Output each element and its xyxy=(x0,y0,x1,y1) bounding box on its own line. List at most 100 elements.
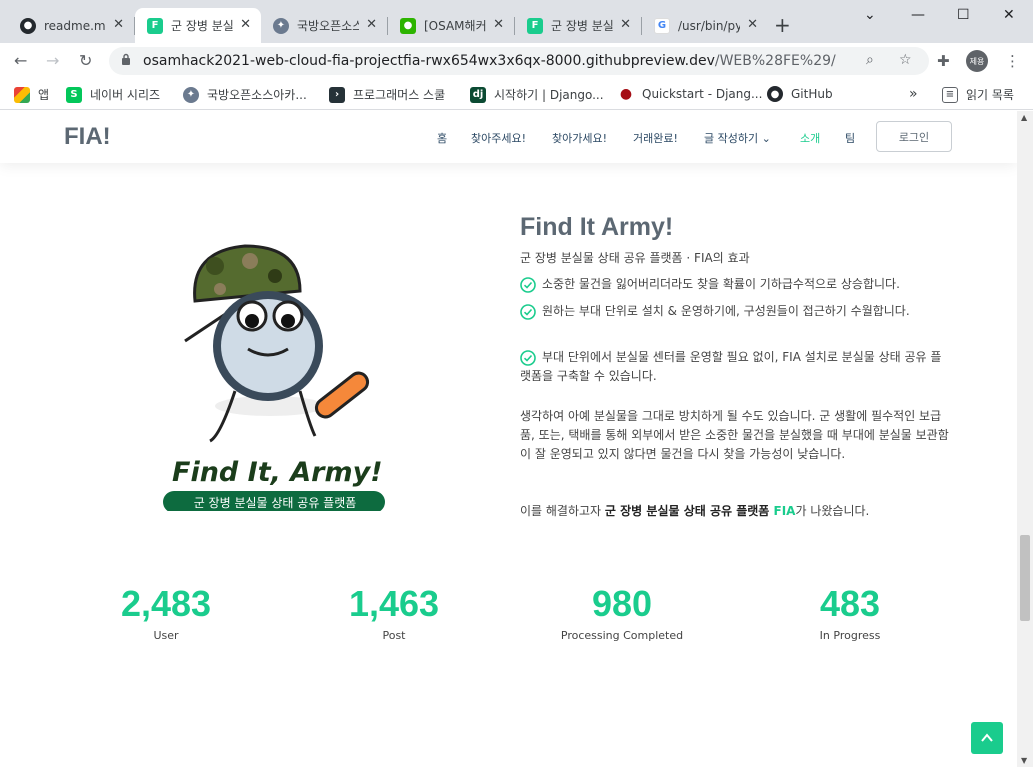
reload-icon[interactable]: ↻ xyxy=(79,51,92,70)
bookmark-item[interactable]: ✦ 국방오픈소스아카... xyxy=(183,86,307,103)
site-logo[interactable]: FIA! xyxy=(64,123,111,151)
close-icon[interactable]: ✕ xyxy=(366,17,377,32)
tab-label: readme.md xyxy=(44,18,106,33)
scroll-down-icon[interactable]: ▼ xyxy=(1021,756,1027,765)
site-header: FIA! 홈 찾아주세요! 찾아가세요! 거래완료! 글 작성하기 ⌄ 소개 팀… xyxy=(0,111,1017,163)
maximize-icon[interactable]: ☐ xyxy=(957,7,970,23)
lock-icon xyxy=(122,53,130,65)
about-title: Find It Army! xyxy=(520,213,674,241)
stat-value: 483 xyxy=(819,583,881,624)
page-scrollbar[interactable]: ▲ ▼ xyxy=(1017,111,1033,767)
tab-strip: ● readme.md ✕ F 군 장병 분실물 ✕ ✦ 국방오픈소스 ✕ ● … xyxy=(0,0,1033,43)
nav-home[interactable]: 홈 xyxy=(437,130,447,146)
feature-item: 원하는 부대 단위로 설치 & 운영하기에, 구성원들이 접근하기 수월합니다. xyxy=(520,302,950,321)
tab-label: [OSAM해커톤] xyxy=(424,19,486,33)
reading-list[interactable]: ≡ 읽기 목록 xyxy=(942,86,1014,103)
zoom-icon[interactable]: ⌕ xyxy=(866,52,874,68)
nav-completed[interactable]: 거래완료! xyxy=(633,130,678,146)
nav-find-request[interactable]: 찾아주세요! xyxy=(471,130,526,146)
bookmark-item[interactable]: 앱 xyxy=(14,86,49,103)
tab-label: 국방오픈소스 xyxy=(297,19,359,33)
bookmark-item[interactable]: ● GitHub xyxy=(767,86,833,102)
star-icon[interactable]: ☆ xyxy=(899,52,912,68)
stat-label: Processing Completed xyxy=(560,629,684,642)
pin-icon: ● xyxy=(618,86,634,102)
tab-label: /usr/bin/python xyxy=(678,18,740,33)
tab-label: 군 장병 분실물 xyxy=(551,19,613,33)
check-circle-icon xyxy=(520,277,536,293)
fia-icon: F xyxy=(147,17,163,34)
stat-label: In Progress xyxy=(819,629,881,642)
bookmarks-overflow[interactable]: » xyxy=(909,86,918,102)
google-icon: G xyxy=(654,17,670,34)
mascot-title: Find It, Army! xyxy=(172,457,383,488)
osam-icon: ✦ xyxy=(183,86,199,103)
close-icon[interactable]: ✕ xyxy=(493,17,504,32)
url-text: osamhack2021-web-cloud-fia-projectfia-rw… xyxy=(143,53,836,69)
scroll-thumb[interactable] xyxy=(1020,535,1030,621)
mascot-banner: 군 장병 분실물 상태 공유 플랫폼 xyxy=(194,496,357,510)
check-circle-icon xyxy=(520,304,536,320)
nav-write-post[interactable]: 글 작성하기 ⌄ xyxy=(704,130,771,146)
back-to-top-button[interactable] xyxy=(971,722,1003,754)
apps-icon xyxy=(14,86,30,103)
about-conclusion: 이를 해결하고자 군 장병 분실물 상태 공유 플랫폼 FIA가 나왔습니다. xyxy=(520,504,870,518)
fia-mascot-image: Find It, Army! 군 장병 분실물 상태 공유 플랫폼 xyxy=(163,244,385,511)
nav-found-items[interactable]: 찾아가세요! xyxy=(552,130,607,146)
browser-tab[interactable]: F 군 장병 분실물 ✕ xyxy=(135,8,261,43)
chevron-up-icon xyxy=(981,733,993,742)
github-icon: ● xyxy=(20,17,36,34)
close-icon[interactable]: ✕ xyxy=(620,17,631,32)
address-bar[interactable]: osamhack2021-web-cloud-fia-projectfia-rw… xyxy=(109,47,929,75)
nav-team[interactable]: 팀 xyxy=(845,130,855,146)
stat-label: Post xyxy=(382,629,406,642)
stat-user: 2,483 User xyxy=(66,583,266,642)
nav-about[interactable]: 소개 xyxy=(800,130,820,146)
stat-value: 980 xyxy=(591,583,653,624)
chevron-down-icon: ⌄ xyxy=(761,132,771,145)
bookmarks-bar: 앱 S 네이버 시리즈 ✦ 국방오픈소스아카... › 프로그래머스 스쿨 dj… xyxy=(0,80,1033,110)
tab-label: 군 장병 분실물 xyxy=(171,19,233,33)
fia-icon: F xyxy=(527,17,543,34)
menu-kebab-icon[interactable]: ⋮ xyxy=(1005,52,1020,70)
browser-tab[interactable]: G /usr/bin/python ✕ xyxy=(642,8,768,43)
browser-tab[interactable]: ● readme.md ✕ xyxy=(8,8,134,43)
close-icon[interactable]: ✕ xyxy=(747,17,758,32)
browser-tab[interactable]: F 군 장병 분실물 ✕ xyxy=(515,8,641,43)
browser-tab[interactable]: ● [OSAM해커톤] ✕ xyxy=(388,8,514,43)
scroll-up-icon[interactable]: ▲ xyxy=(1021,113,1027,122)
close-icon[interactable]: ✕ xyxy=(113,17,124,32)
avatar[interactable]: 제용 xyxy=(966,50,988,72)
close-icon[interactable]: ✕ xyxy=(240,17,251,32)
about-paragraph: 생각하여 아예 분실물을 그대로 방치하게 될 수도 있습니다. 군 생활에 필… xyxy=(520,409,949,461)
bookmark-item[interactable]: dj 시작하기 | Django... xyxy=(470,86,604,103)
stat-label: User xyxy=(153,629,179,642)
stat-post: 1,463 Post xyxy=(294,583,494,642)
feature-item: 부대 단위에서 분실물 센터를 운영할 필요 없이, FIA 설치로 분실물 상… xyxy=(520,350,942,383)
about-subtitle: 군 장병 분실물 상태 공유 플랫폼 · FIA의 효과 xyxy=(520,251,750,265)
feature-item: 소중한 물건을 잃어버리더라도 찾을 확률이 기하급수적으로 상승합니다. xyxy=(520,275,950,294)
naver-series-icon: S xyxy=(66,86,82,103)
github-icon: ● xyxy=(767,86,783,102)
stat-value: 1,463 xyxy=(348,583,440,624)
bookmark-item[interactable]: ● Quickstart - Djang... xyxy=(618,86,762,102)
back-icon[interactable]: ← xyxy=(14,51,27,70)
tab-search-icon[interactable]: ⌄ xyxy=(864,7,876,23)
minimize-icon[interactable]: — xyxy=(911,7,925,23)
bookmark-item[interactable]: S 네이버 시리즈 xyxy=(66,86,160,103)
page-viewport: FIA! 홈 찾아주세요! 찾아가세요! 거래완료! 글 작성하기 ⌄ 소개 팀… xyxy=(0,111,1017,767)
extensions-icon[interactable]: ✚ xyxy=(937,52,950,70)
stat-in-progress: 483 In Progress xyxy=(750,583,950,642)
forward-icon[interactable]: → xyxy=(46,51,59,70)
new-tab-button[interactable]: + xyxy=(774,13,791,37)
login-button[interactable]: 로그인 xyxy=(876,121,952,152)
reading-list-icon: ≡ xyxy=(942,86,958,103)
check-circle-icon xyxy=(520,350,536,366)
programmers-icon: › xyxy=(329,86,345,103)
stat-completed: 980 Processing Completed xyxy=(522,583,722,642)
bookmark-item[interactable]: › 프로그래머스 스쿨 xyxy=(329,86,445,103)
osam-icon: ✦ xyxy=(273,17,289,34)
window-close-icon[interactable]: ✕ xyxy=(1003,7,1015,23)
browser-tab[interactable]: ✦ 국방오픈소스 ✕ xyxy=(261,8,387,43)
stat-value: 2,483 xyxy=(120,583,212,624)
